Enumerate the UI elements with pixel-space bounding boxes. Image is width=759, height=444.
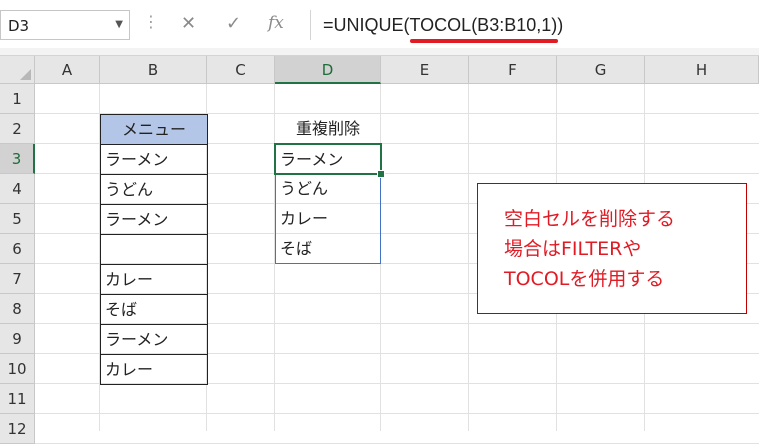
- fill-handle[interactable]: [377, 170, 385, 178]
- row-header-9[interactable]: 9: [0, 324, 35, 354]
- cell-b5[interactable]: ラーメン: [100, 204, 208, 235]
- chevron-down-icon[interactable]: ▼: [115, 19, 123, 30]
- formula-bar-divider: [0, 48, 759, 56]
- annotation-line-3: TOCOLを併用する: [504, 268, 665, 290]
- row-header-5[interactable]: 5: [0, 204, 35, 234]
- cell-b6[interactable]: [100, 234, 208, 265]
- name-box[interactable]: D3 ▼: [0, 10, 130, 40]
- column-header-b[interactable]: B: [100, 56, 207, 84]
- cell-b8[interactable]: そば: [100, 294, 208, 325]
- formula-input[interactable]: =UNIQUE(TOCOL(B3:B10,1)): [310, 10, 759, 43]
- column-header-f[interactable]: F: [469, 56, 557, 84]
- gridline-horizontal: [35, 413, 759, 414]
- column-header-e[interactable]: E: [381, 56, 469, 84]
- formula-buttons: ✕ ✓ fx: [160, 10, 300, 40]
- formula-bar-area: D3 ▼ ⋮ ✕ ✓ fx =UNIQUE(TOCOL(B3:B10,1)): [0, 0, 759, 56]
- row-header-1[interactable]: 1: [0, 84, 35, 114]
- gridline-vertical: [468, 84, 469, 431]
- row-header-10[interactable]: 10: [0, 354, 35, 384]
- cell-d6[interactable]: そば: [275, 234, 381, 264]
- cell-b9[interactable]: ラーメン: [100, 324, 208, 355]
- row-header-12[interactable]: 12: [0, 414, 35, 444]
- cell-d4[interactable]: うどん: [275, 174, 381, 204]
- annotation-line-1: 空白セルを削除する: [504, 208, 676, 230]
- column-header-c[interactable]: C: [207, 56, 275, 84]
- row-header-4[interactable]: 4: [0, 174, 35, 204]
- check-icon[interactable]: ✓: [226, 13, 241, 34]
- select-all-button[interactable]: [0, 56, 35, 84]
- column-header-h[interactable]: H: [645, 56, 759, 84]
- cell-d2-dedup-header[interactable]: 重複削除: [275, 114, 381, 144]
- row-header-8[interactable]: 8: [0, 294, 35, 324]
- select-all-triangle-icon: [20, 69, 31, 80]
- column-header-d[interactable]: D: [275, 56, 381, 84]
- column-header-a[interactable]: A: [35, 56, 100, 84]
- x-icon[interactable]: ✕: [181, 13, 196, 34]
- row-header-3[interactable]: 3: [0, 144, 35, 174]
- row-header-6[interactable]: 6: [0, 234, 35, 264]
- formula-text: =UNIQUE(TOCOL(B3:B10,1)): [323, 15, 564, 35]
- formula-highlight-underline: [410, 39, 558, 43]
- row-header-7[interactable]: 7: [0, 264, 35, 294]
- name-box-value: D3: [8, 17, 30, 35]
- cell-b2-menu-header[interactable]: メニュー: [100, 114, 208, 145]
- row-header-11[interactable]: 11: [0, 384, 35, 414]
- cell-b4[interactable]: うどん: [100, 174, 208, 205]
- cell-b10[interactable]: カレー: [100, 354, 208, 385]
- annotation-text-box[interactable]: 空白セルを削除する 場合はFILTERや TOCOLを併用する: [477, 183, 747, 314]
- grip-dots-icon: ⋮: [143, 12, 159, 31]
- insert-function-button[interactable]: fx: [268, 13, 284, 33]
- column-header-g[interactable]: G: [557, 56, 645, 84]
- cell-b3[interactable]: ラーメン: [100, 144, 208, 175]
- active-cell-border: [274, 143, 382, 175]
- cell-b7[interactable]: カレー: [100, 264, 208, 295]
- annotation-line-2: 場合はFILTERや: [504, 238, 642, 260]
- cell-d5[interactable]: カレー: [275, 204, 381, 234]
- row-header-2[interactable]: 2: [0, 114, 35, 144]
